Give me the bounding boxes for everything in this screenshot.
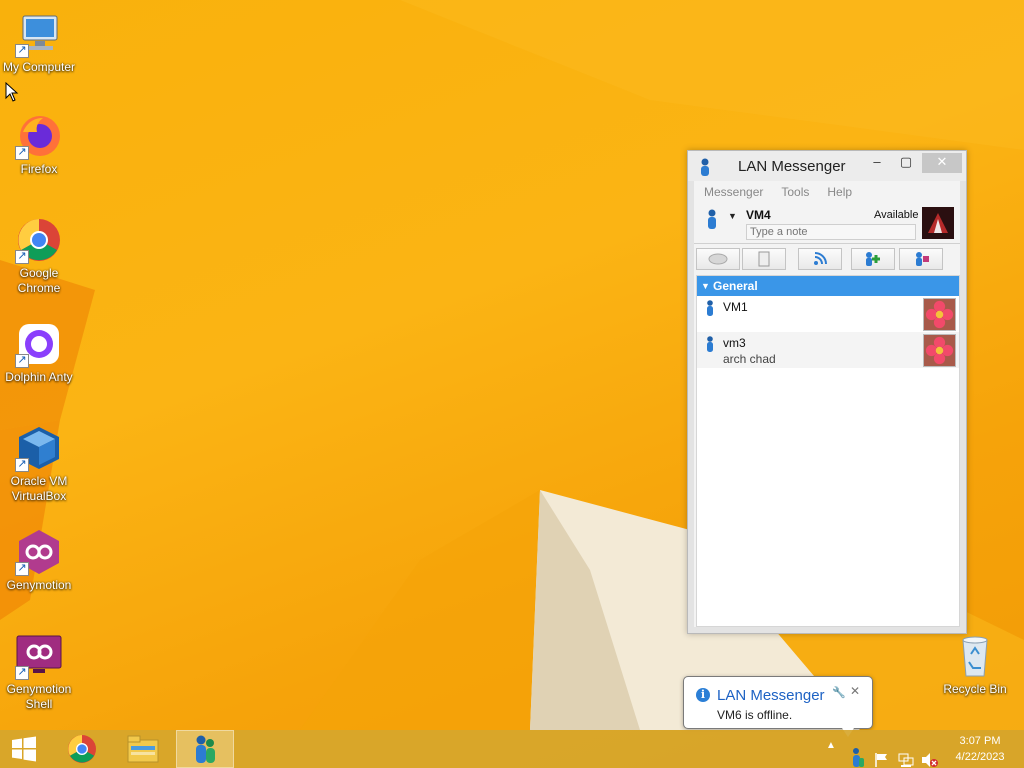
user-status-icon[interactable] — [706, 209, 718, 229]
network-icon[interactable] — [898, 741, 914, 768]
menu-messenger[interactable]: Messenger — [704, 181, 763, 203]
maximize-button[interactable]: ▢ — [893, 153, 919, 173]
settings-button[interactable] — [899, 248, 943, 270]
wrench-icon[interactable]: 🔧 — [832, 686, 846, 699]
firefox-icon: ↗ — [15, 112, 63, 160]
desktop-icon-label: Oracle VM VirtualBox — [10, 474, 68, 503]
genymotion-shell-icon: ↗ — [15, 632, 63, 680]
desktop-icon-label: Firefox — [20, 162, 58, 176]
system-clock[interactable]: 3:07 PM 4/22/2023 — [946, 733, 1014, 765]
menu-bar: Messenger Tools Help — [694, 181, 960, 203]
window-client-area: Messenger Tools Help ▼ VM4 Available Typ… — [694, 181, 960, 627]
contact-avatar — [923, 298, 956, 331]
notification-title: LAN Messenger — [717, 687, 825, 704]
desktop-icon-label: Google Chrome — [17, 266, 61, 295]
desktop-icon-google-chrome[interactable]: ↗ Google Chrome — [0, 216, 78, 296]
shortcut-arrow-icon: ↗ — [15, 250, 29, 264]
shortcut-arrow-icon: ↗ — [15, 562, 29, 576]
file-icon — [758, 251, 770, 267]
minimize-button[interactable]: – — [864, 153, 890, 173]
taskbar: ▲ 3:07 PM 4/22/2023 — [0, 730, 1024, 768]
clock-time: 3:07 PM — [959, 735, 1001, 747]
broadcast-button[interactable] — [798, 248, 842, 270]
info-icon: i — [696, 688, 710, 702]
chrome-icon — [68, 735, 96, 763]
send-file-button[interactable] — [742, 248, 786, 270]
desktop-icon-firefox[interactable]: ↗ Firefox — [0, 112, 78, 177]
show-hidden-icon[interactable]: ▲ — [826, 740, 836, 768]
contact-item[interactable]: VM1 — [697, 296, 959, 332]
chat-icon — [708, 253, 728, 265]
action-center-flag-icon[interactable] — [874, 741, 890, 768]
dolphin-icon: ↗ — [15, 320, 63, 368]
desktop-icon-label: Recycle Bin — [943, 682, 1007, 696]
lan-messenger-app-icon — [701, 158, 709, 176]
lan-messenger-icon — [196, 735, 215, 763]
notification-message: VM6 is offline. — [717, 708, 793, 722]
recycle-bin-icon — [951, 632, 999, 680]
menu-tools[interactable]: Tools — [781, 181, 809, 203]
shortcut-arrow-icon: ↗ — [15, 146, 29, 160]
contact-list[interactable]: ▼ General VM1 vm3 arch chad — [696, 275, 960, 627]
desktop-icon-my-computer[interactable]: ↗ My Computer — [0, 10, 78, 75]
desktop-icon-genymotion[interactable]: ↗ Genymotion — [0, 528, 78, 593]
note-input[interactable] — [746, 224, 916, 240]
desktop-icon-genymotion-shell[interactable]: ↗ Genymotion Shell — [0, 632, 78, 712]
add-contact-icon — [866, 252, 880, 266]
contact-name: VM1 — [723, 300, 748, 314]
contact-avatar — [923, 334, 956, 367]
taskbar-lan-messenger-button[interactable] — [176, 730, 234, 768]
shortcut-arrow-icon: ↗ — [15, 44, 29, 58]
taskbar-file-explorer-button[interactable] — [115, 730, 173, 768]
taskbar-chrome-button[interactable] — [54, 730, 112, 768]
desktop-icon-recycle-bin[interactable]: Recycle Bin — [936, 632, 1014, 697]
contact-toolbar — [694, 243, 960, 273]
chat-button[interactable] — [696, 248, 740, 270]
my-availability-status[interactable]: Available — [874, 209, 918, 221]
desktop-icon-virtualbox[interactable]: ↗ Oracle VM VirtualBox — [0, 424, 78, 504]
contact-item[interactable]: vm3 arch chad — [697, 332, 959, 368]
menu-help[interactable]: Help — [827, 181, 852, 203]
group-name: General — [713, 279, 758, 293]
start-icon — [12, 736, 36, 762]
contact-note: arch chad — [723, 352, 776, 366]
group-header-general[interactable]: ▼ General — [697, 276, 959, 296]
title-bar[interactable]: LAN Messenger – ▢ ✕ — [688, 151, 966, 181]
my-username: VM4 — [746, 208, 771, 222]
shortcut-arrow-icon: ↗ — [15, 354, 29, 368]
desktop-icon-dolphin-anty[interactable]: ↗ Dolphin Anty — [0, 320, 78, 385]
my-avatar[interactable] — [922, 207, 954, 239]
volume-muted-icon[interactable] — [921, 741, 939, 768]
genymotion-icon: ↗ — [15, 528, 63, 576]
shortcut-arrow-icon: ↗ — [15, 666, 29, 680]
notification-close-icon[interactable]: ✕ — [850, 684, 860, 698]
broadcast-icon — [814, 252, 827, 265]
shortcut-arrow-icon: ↗ — [15, 458, 29, 472]
start-button[interactable] — [0, 730, 48, 768]
clock-date: 4/22/2023 — [955, 751, 1005, 763]
contact-status-icon — [707, 336, 713, 352]
file-explorer-icon — [127, 735, 159, 763]
mouse-cursor-icon — [5, 82, 19, 102]
virtualbox-icon: ↗ — [15, 424, 63, 472]
close-button[interactable]: ✕ — [922, 153, 962, 173]
status-dropdown-caret-icon[interactable]: ▼ — [728, 211, 737, 221]
settings-icon — [916, 252, 929, 266]
my-status-panel: ▼ VM4 Available — [694, 203, 960, 243]
add-contact-button[interactable] — [851, 248, 895, 270]
contact-status-icon — [707, 300, 713, 316]
lan-messenger-window[interactable]: LAN Messenger – ▢ ✕ Messenger Tools Help… — [687, 150, 967, 634]
desktop-icon-label: Genymotion — [6, 578, 72, 592]
chrome-icon: ↗ — [15, 216, 63, 264]
desktop-icon-label: Genymotion Shell — [6, 682, 72, 711]
computer-icon: ↗ — [15, 10, 63, 58]
desktop-icon-label: Dolphin Anty — [5, 370, 73, 384]
contact-name: vm3 — [723, 336, 746, 350]
group-expand-triangle-icon[interactable]: ▼ — [701, 276, 710, 296]
notification-balloon[interactable]: i LAN Messenger VM6 is offline. 🔧 ✕ — [683, 676, 873, 737]
lan-messenger-tray-icon[interactable] — [850, 738, 864, 768]
window-title: LAN Messenger — [738, 158, 846, 175]
desktop-icon-label: My Computer — [2, 60, 76, 74]
